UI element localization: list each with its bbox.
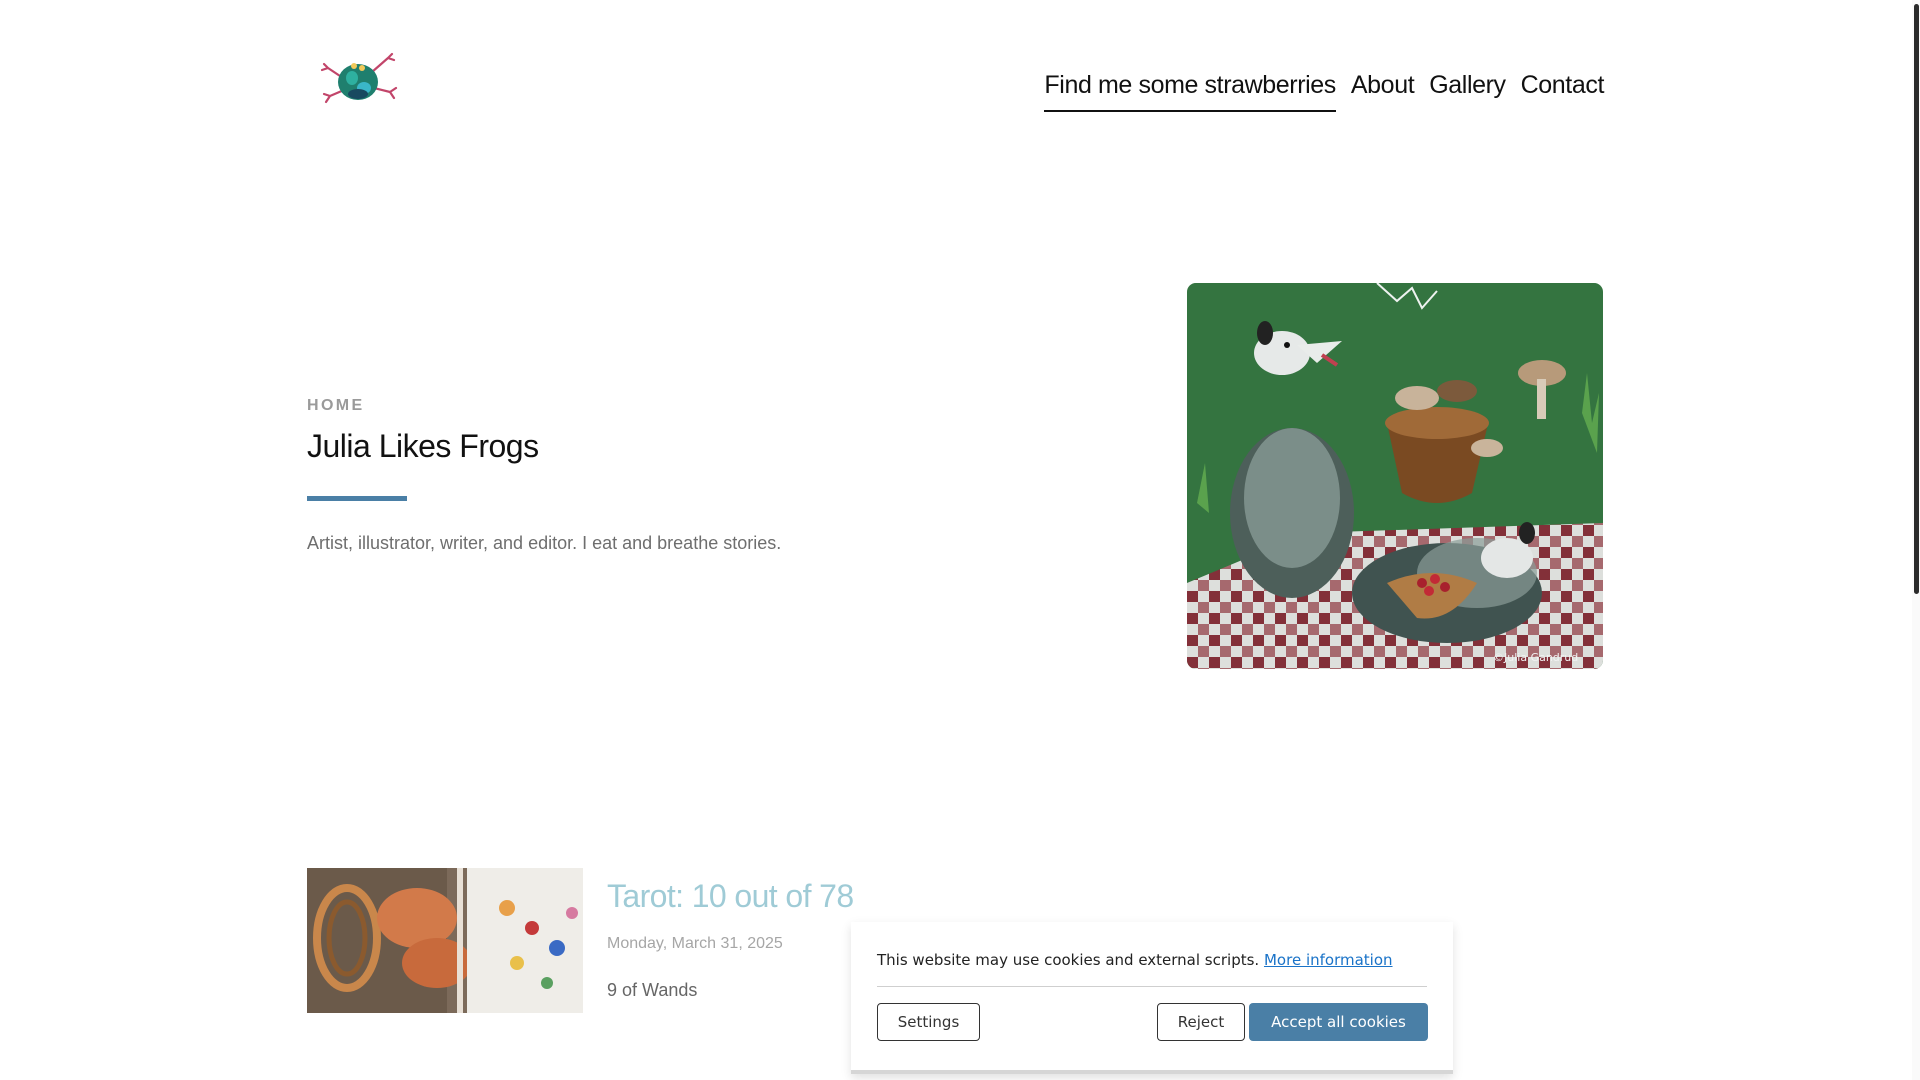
post-date: Monday, March 31, 2025	[607, 935, 783, 952]
post-title-link[interactable]: Tarot: 10 out of 78	[607, 878, 854, 915]
nav-strawberries[interactable]: Find me some strawberries	[1044, 71, 1336, 112]
cookie-banner: This website may use cookies and externa…	[851, 922, 1453, 1074]
cookie-message-line: This website may use cookies and externa…	[877, 951, 1393, 969]
cookie-divider	[877, 986, 1427, 987]
nav-contact[interactable]: Contact	[1521, 71, 1605, 110]
scrollbar-thumb[interactable]	[1914, 4, 1919, 594]
post-excerpt: 9 of Wands	[607, 980, 698, 1000]
nav-gallery[interactable]: Gallery	[1429, 71, 1506, 110]
painting-signature: ©Julia Gandrud	[1493, 651, 1578, 664]
breadcrumb: HOME	[307, 397, 365, 414]
accept-all-cookies-button[interactable]: Accept all cookies	[1249, 1003, 1428, 1041]
site-logo[interactable]	[318, 48, 400, 110]
nav-about[interactable]: About	[1351, 71, 1415, 110]
main-nav: Find me some strawberries About Gallery …	[1044, 71, 1605, 112]
cookie-settings-button[interactable]: Settings	[877, 1003, 980, 1041]
title-divider	[307, 496, 407, 501]
cookie-reject-button[interactable]: Reject	[1157, 1003, 1245, 1041]
tagline: Artist, illustrator, writer, and editor.…	[307, 533, 782, 553]
post-thumbnail[interactable]	[307, 868, 583, 1013]
page-title: Julia Likes Frogs	[307, 428, 539, 464]
cookie-message: This website may use cookies and externa…	[877, 951, 1260, 969]
page-scrollbar[interactable]	[1912, 0, 1920, 1080]
more-information-link[interactable]: More information	[1264, 951, 1393, 969]
hero-painting-opossums: ©Julia Gandrud	[1187, 283, 1603, 669]
frog-icon	[320, 52, 398, 104]
